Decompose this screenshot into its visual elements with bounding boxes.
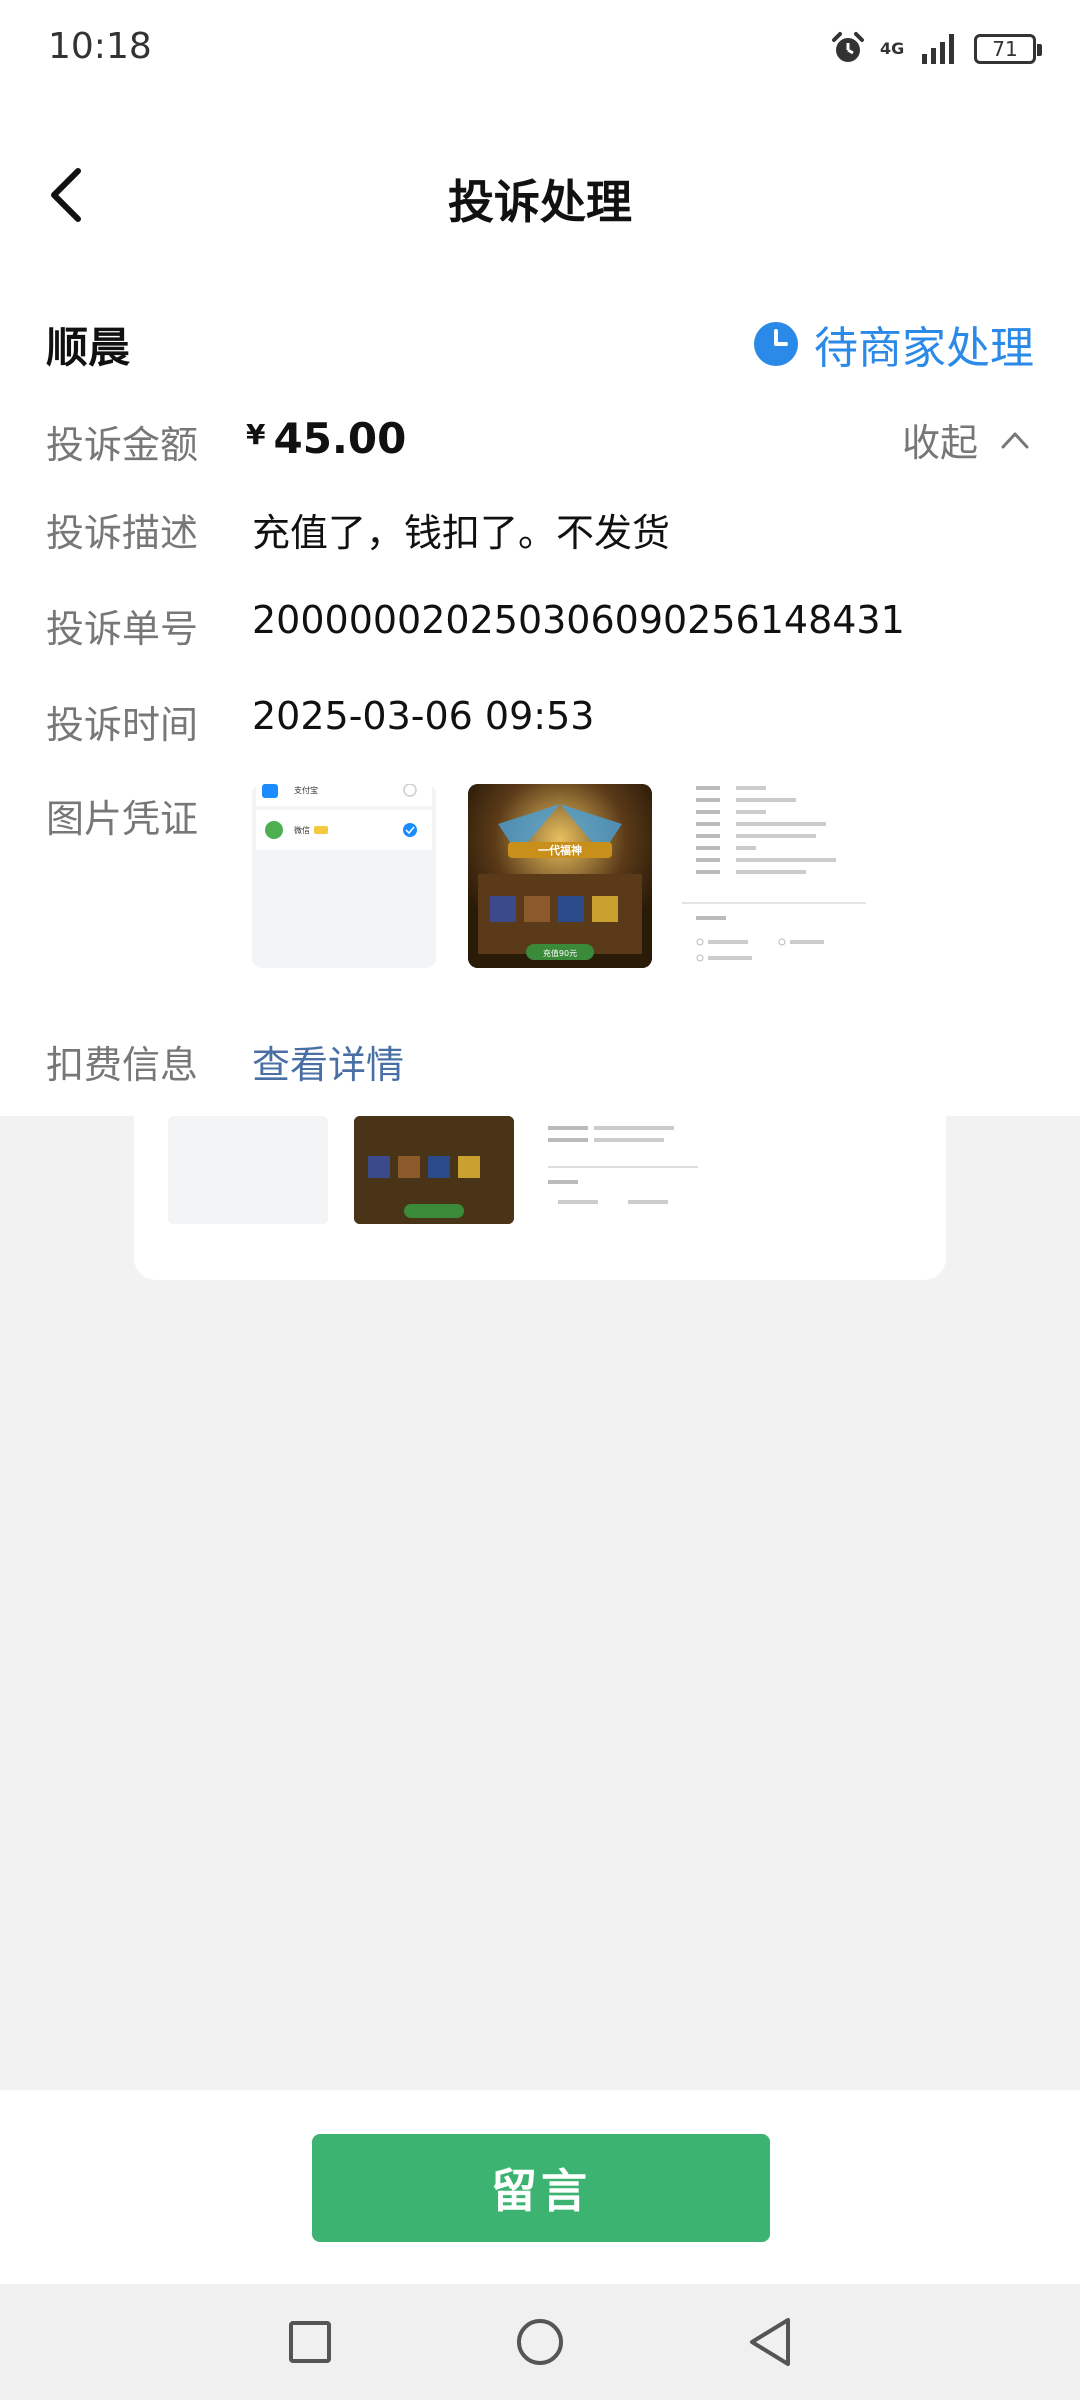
- recent-apps-button[interactable]: [280, 2312, 340, 2372]
- order-number-value: 200000020250306090256148431: [252, 598, 905, 642]
- collapse-label: 收起: [901, 421, 978, 465]
- amount-value: ¥ 45.00: [246, 414, 406, 463]
- complaint-detail-card: 顺晨 待商家处理 投诉金额 ¥ 45.00 收起 投诉描述 充值了，钱扣了。不发…: [0, 290, 1080, 1116]
- fee-label: 扣费信息: [46, 1043, 199, 1087]
- network-type: 4G: [880, 39, 905, 58]
- complaint-status: 待商家处理: [752, 312, 1034, 376]
- background-thumb: [538, 1116, 698, 1224]
- system-nav-bar: [0, 2284, 1080, 2400]
- battery-level: 71: [992, 37, 1018, 61]
- receipt-screenshot: [682, 784, 866, 968]
- collapse-button[interactable]: 收起: [902, 412, 1030, 467]
- chevron-up-icon: [1001, 432, 1029, 448]
- bottom-action-bar: 留言: [0, 2090, 1080, 2284]
- pay-option-2-text: 微信: [294, 825, 310, 835]
- header: 投诉处理: [0, 100, 1080, 290]
- background-thumb: [168, 1116, 328, 1224]
- game-screenshot: 一代福神 充值90元: [468, 784, 652, 968]
- evidence-image-2[interactable]: 一代福神 充值90元: [468, 784, 652, 968]
- pay-option-1-text: 支付宝: [294, 785, 318, 795]
- evidence-image-3[interactable]: [682, 784, 866, 968]
- back-nav-button[interactable]: [740, 2312, 800, 2372]
- amount-label: 投诉金额: [46, 423, 199, 467]
- battery-icon: 71: [974, 34, 1042, 64]
- circle-icon: [517, 2319, 563, 2365]
- background-thumb: [354, 1116, 514, 1224]
- time-value: 2025-03-06 09:53: [252, 694, 595, 738]
- merchant-name: 顺晨: [46, 323, 131, 372]
- square-icon: [289, 2321, 331, 2363]
- leave-message-button[interactable]: 留言: [312, 2134, 770, 2242]
- signal-icon: [920, 30, 960, 68]
- page-title: 投诉处理: [448, 175, 632, 229]
- status-bar: 10:18 4G 71: [0, 0, 1080, 100]
- game-button-text: 充值90元: [543, 948, 577, 958]
- alarm-icon: [830, 31, 866, 67]
- evidence-image-1[interactable]: 支付宝 微信: [252, 784, 436, 968]
- view-details-link[interactable]: 查看详情: [252, 1034, 404, 1089]
- status-time: 10:18: [48, 26, 152, 67]
- status-text: 待商家处理: [814, 323, 1034, 374]
- order-number-label: 投诉单号: [46, 607, 199, 651]
- amount-number: 45.00: [273, 414, 407, 463]
- currency-symbol: ¥: [246, 418, 266, 451]
- description-label: 投诉描述: [46, 511, 199, 555]
- game-banner-text: 一代福神: [538, 843, 582, 857]
- home-button[interactable]: [510, 2312, 570, 2372]
- description-value: 充值了，钱扣了。不发货: [252, 511, 671, 555]
- payment-screenshot: 支付宝 微信: [252, 784, 436, 968]
- images-label: 图片凭证: [46, 797, 199, 841]
- triangle-back-icon: [750, 2318, 790, 2366]
- status-icons: 4G 71: [830, 26, 1042, 72]
- clock-icon: [754, 322, 798, 366]
- time-label: 投诉时间: [46, 703, 199, 747]
